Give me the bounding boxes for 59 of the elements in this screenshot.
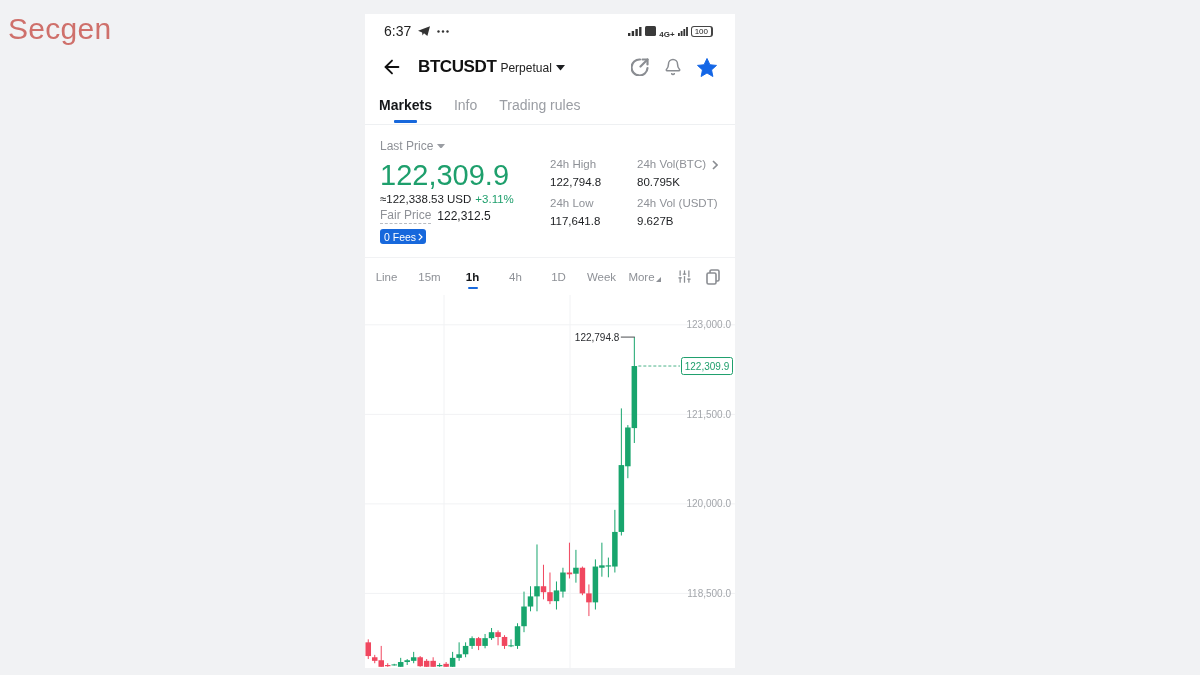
fair-price-value: 122,312.5: [437, 208, 491, 224]
stat-label: 24h High: [550, 157, 597, 172]
chevron-right-icon[interactable]: [712, 160, 718, 170]
stat-label: 24h Low: [550, 196, 594, 211]
fees-badge[interactable]: 0 Fees: [380, 229, 427, 244]
last-price-tag: 122,309.9: [681, 357, 733, 376]
axis-label: 123,000.0: [686, 319, 731, 331]
price-change: +3.11%: [475, 192, 514, 206]
volte-icon: [645, 26, 657, 36]
interval-tab[interactable]: Week: [580, 258, 623, 295]
axis-label: 121,500.0: [686, 408, 731, 420]
circular-arrow-icon[interactable]: [631, 58, 649, 76]
star-icon[interactable]: [697, 57, 717, 77]
clock-time: 6:37: [384, 23, 412, 39]
price-line: [637, 365, 681, 367]
contract-selector[interactable]: Perpetual: [500, 61, 565, 75]
interval-tab[interactable]: 4h: [494, 258, 537, 295]
tab[interactable]: Trading rules: [499, 86, 581, 124]
signal-icon: [628, 26, 643, 36]
chevron-right-icon: [418, 232, 424, 241]
fair-price-label: Fair Price: [380, 208, 432, 224]
tab[interactable]: Info: [453, 86, 478, 124]
interval-tab[interactable]: 1h: [451, 258, 494, 295]
tab[interactable]: Markets: [379, 86, 432, 124]
network-type-label: 4G+: [659, 31, 675, 39]
more-button[interactable]: More: [623, 258, 666, 295]
axis-label: 118,500.0: [687, 587, 731, 599]
falling-candle: [566, 542, 573, 579]
leader-line: [620, 336, 636, 338]
usd-price: ≈122,338.53 USD: [380, 192, 472, 206]
falling-candle: [475, 636, 482, 651]
stat-value: 117,641.8: [550, 214, 601, 229]
price-type-selector[interactable]: Last Price: [380, 138, 446, 154]
sliders-icon[interactable]: [677, 269, 692, 284]
stat-label: 24h Vol (USDT): [637, 196, 718, 211]
last-price: 122,309.9: [380, 158, 509, 192]
copy-icon[interactable]: [706, 268, 720, 285]
stat-value: 9.627B: [637, 214, 674, 229]
interval-tab[interactable]: 15m: [408, 258, 451, 295]
stat-label: 24h Vol(BTC): [637, 157, 707, 172]
axis-label: 120,000.0: [686, 498, 731, 510]
stat-value: 80.795K: [637, 175, 680, 190]
brand-label: Secgen: [8, 11, 112, 47]
interval-tab[interactable]: 1D: [537, 258, 580, 295]
caret-down-icon: [555, 65, 565, 71]
corner-triangle-icon: [655, 276, 661, 282]
falling-candle: [443, 661, 449, 668]
interval-tab[interactable]: Line: [365, 258, 408, 295]
stat-value: 122,794.8: [550, 175, 602, 190]
high-price-label: 122,794.8: [574, 331, 620, 343]
battery-indicator: 100: [690, 25, 713, 37]
more-dots-icon: [437, 29, 450, 33]
rising-candle: [436, 662, 443, 668]
bell-icon[interactable]: [664, 58, 682, 76]
paper-plane-icon: [418, 26, 431, 36]
signal-icon: [677, 26, 688, 36]
symbol-title: BTCUSDT: [418, 57, 497, 77]
caret-down-icon: [437, 143, 446, 149]
rising-candle: [573, 549, 579, 584]
